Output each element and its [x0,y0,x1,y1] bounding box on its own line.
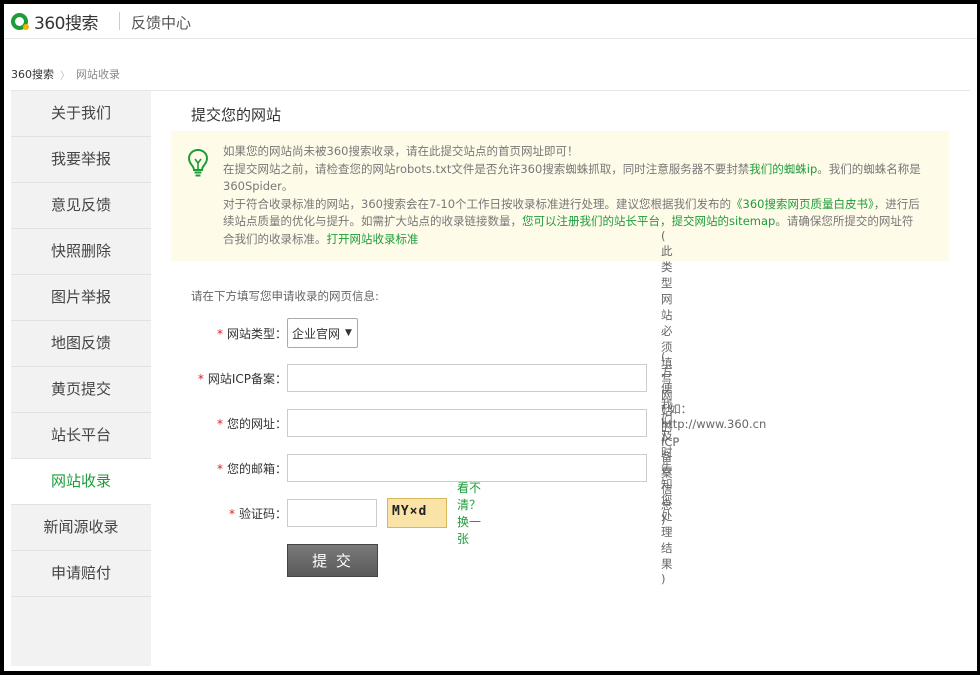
captcha-refresh-link[interactable]: 看不清？换一张 [457,479,481,547]
url-input[interactable] [287,409,647,437]
sidebar-item-news-submit[interactable]: 新闻源收录 [11,505,151,551]
submit-button[interactable]: 提 交 [287,543,378,577]
email-label-text: 您的邮箱： [226,461,287,476]
standards-link[interactable]: 打开网站收录标准 [327,232,419,246]
captcha-image[interactable]: MY×d [387,498,447,528]
sidebar: 关于我们 我要举报 意见反馈 快照删除 图片举报 地图反馈 黄页提交 站长平台 … [11,91,151,666]
notice-line-2-text: 在提交网站之前，请检查您的网站robots.txt文件是否允许360搜索蜘蛛抓取… [223,161,750,176]
sidebar-item-snapshot-delete[interactable]: 快照删除 [11,229,151,275]
breadcrumb-current: 网站收录 [76,68,120,81]
notice-line-1: 如果您的网站尚未被360搜索收录，请在此提交站点的首页网址即可！ [223,144,579,158]
icp-input[interactable] [287,364,647,392]
spider-ip-link[interactable]: 我们的蜘蛛ip [749,162,817,176]
notice-line-3-text: 对于符合收录标准的网站，360搜索会在7-10个工作日按收录标准进行处理。建议您… [223,196,732,211]
lightbulb-icon [187,148,209,182]
url-label-text: 您的网址： [226,416,287,431]
sidebar-item-image-report[interactable]: 图片举报 [11,275,151,321]
page-title: 提交您的网站 [191,106,282,124]
url-hint: ( 如：http://www.360.cn ) [661,402,767,445]
sidebar-item-feedback[interactable]: 意见反馈 [11,183,151,229]
header: 360搜索 反馈中心 [4,4,977,39]
sidebar-item-about[interactable]: 关于我们 [11,91,151,137]
icp-label-text: 网站ICP备案： [207,371,287,386]
required-mark: * [228,506,235,521]
header-title: 反馈中心 [131,14,192,32]
dropdown-arrow-icon: ▼ [345,328,352,338]
content-layout: 关于我们 我要举报 意见反馈 快照删除 图片举报 地图反馈 黄页提交 站长平台 … [11,90,970,666]
notice-box: 如果您的网站尚未被360搜索收录，请在此提交站点的首页网址即可！ 在提交网站之前… [171,131,949,261]
sidebar-item-yellowpage-submit[interactable]: 黄页提交 [11,367,151,413]
main-panel: 提交您的网站 如果您的网站尚未被360搜索收录，请在此提交站点的首页网址即可！ … [151,91,970,666]
logo-text: 360搜索 [34,13,98,34]
captcha-label: * 验证码： [191,505,287,522]
site-type-label: * 网站类型： [191,325,287,342]
site-type-select[interactable]: 企业官网 ▼ [287,318,358,348]
sidebar-item-compensation[interactable]: 申请赔付 [11,551,151,597]
sidebar-item-report[interactable]: 我要举报 [11,137,151,183]
site-type-value: 企业官网 [292,326,341,341]
required-mark: * [216,416,223,431]
breadcrumb-chevron-icon: 〉 [60,70,70,82]
required-mark: * [197,371,204,386]
required-mark: * [216,326,223,341]
logo[interactable]: 360搜索 [11,8,98,34]
breadcrumb: 360搜索 〉 网站收录 [11,66,120,82]
notice-line-2: 在提交网站之前，请检查您的网站robots.txt文件是否允许360搜索蜘蛛抓取… [223,161,923,196]
sidebar-item-map-feedback[interactable]: 地图反馈 [11,321,151,367]
email-hint: ( 方便我们及时告知您处理结果 ) [661,350,673,586]
breadcrumb-home-link[interactable]: 360搜索 [11,66,54,82]
captcha-label-text: 验证码： [238,506,287,521]
required-mark: * [216,461,223,476]
icp-label: * 网站ICP备案： [191,370,287,387]
whitepaper-link[interactable]: 《360搜索网页质量白皮书》 [731,197,874,211]
notice-line-3: 对于符合收录标准的网站，360搜索会在7-10个工作日按收录标准进行处理。建议您… [223,196,923,249]
logo-icon [11,12,29,30]
sidebar-item-site-submit[interactable]: 网站收录 [11,459,151,505]
url-label: * 您的网址： [191,415,287,432]
header-divider [119,12,120,30]
site-type-label-text: 网站类型： [226,326,287,341]
email-input[interactable] [287,454,647,482]
page-frame: 360搜索 反馈中心 360搜索 〉 网站收录 关于我们 我要举报 意见反馈 快… [4,4,977,671]
email-label: * 您的邮箱： [191,460,287,477]
form-intro: 请在下方填写您申请收录的网页信息: [191,289,379,303]
sidebar-item-webmaster[interactable]: 站长平台 [11,413,151,459]
captcha-input[interactable] [287,499,377,527]
notice-text: 如果您的网站尚未被360搜索收录，请在此提交站点的首页网址即可！ 在提交网站之前… [223,143,923,248]
webmaster-sitemap-link[interactable]: 您可以注册我们的站长平台，提交网站的sitemap [522,214,775,228]
